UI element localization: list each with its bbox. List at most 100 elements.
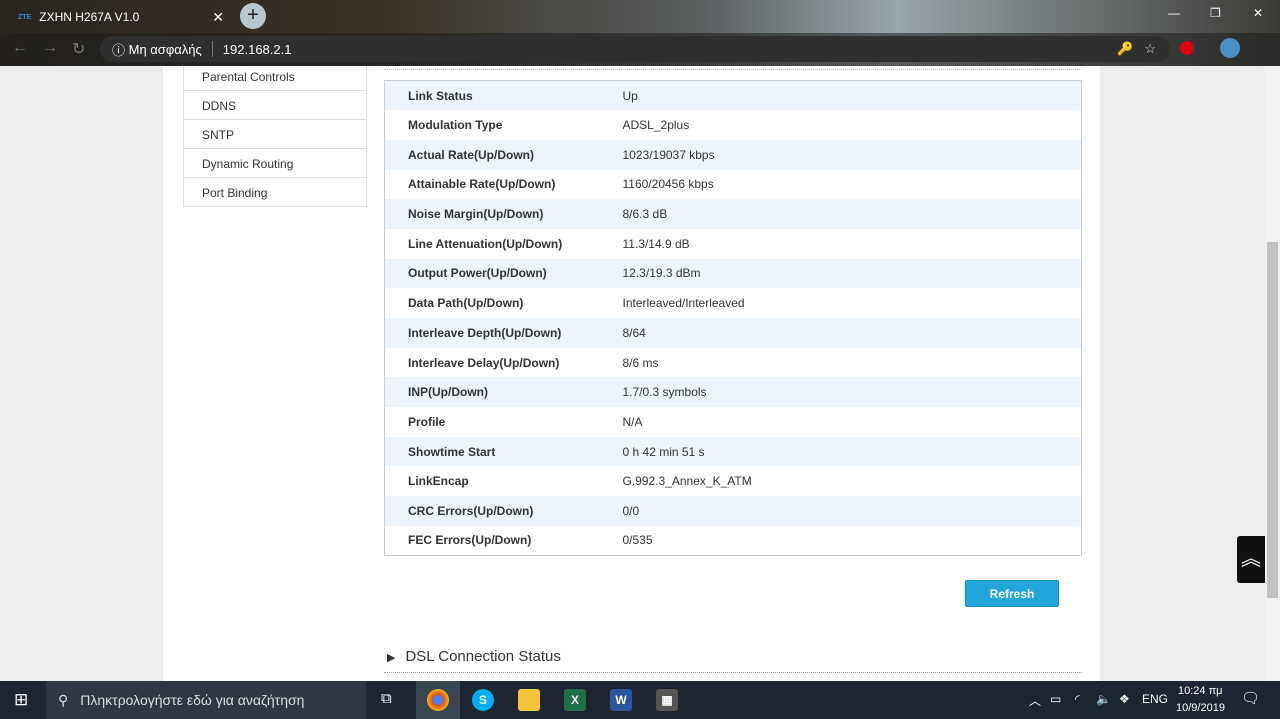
sidebar-item-parental-controls[interactable]: Parental Controls bbox=[184, 66, 366, 90]
row-label: Line Attenuation(Up/Down) bbox=[408, 236, 563, 251]
browser-chrome: ZTE ZXHN H267A V1.0 ✕ + — ❐ ✕ ← → ↻ ⓘ Μη… bbox=[0, 0, 1280, 66]
clock-date[interactable]: 10/9/2019 bbox=[1176, 702, 1225, 714]
reload-icon[interactable]: ↻ bbox=[72, 39, 85, 59]
wifi-icon[interactable]: ◜ bbox=[1075, 692, 1080, 706]
info-icon[interactable]: ⓘ bbox=[112, 40, 129, 59]
row-label: Interleave Depth(Up/Down) bbox=[408, 325, 562, 340]
chrome-icon bbox=[427, 689, 449, 711]
row-value: 0 h 42 min 51 s bbox=[622, 444, 705, 459]
row-value: 1023/19037 kbps bbox=[622, 147, 715, 162]
table-row: Interleave Depth(Up/Down) 8/64 bbox=[384, 318, 1082, 348]
row-value: 1.7/0.3 symbols bbox=[622, 385, 707, 400]
close-window-button[interactable]: ✕ bbox=[1253, 6, 1263, 20]
row-label: FEC Errors(Up/Down) bbox=[408, 533, 532, 548]
table-row: Output Power(Up/Down) 12.3/19.3 dBm bbox=[384, 258, 1082, 289]
row-value: G.992.3_Annex_K_ATM bbox=[622, 474, 752, 489]
row-label: Profile bbox=[408, 414, 446, 429]
row-value: 1160/20456 kbps bbox=[622, 177, 714, 192]
row-value: 8/6.3 dB bbox=[622, 207, 668, 222]
row-value: 12.3/19.3 dBm bbox=[622, 266, 701, 281]
url-text[interactable]: 192.168.2.1 bbox=[223, 42, 292, 57]
scrollbar[interactable] bbox=[1265, 66, 1280, 681]
dsl-connection-status-section[interactable]: ▶ DSL Connection Status bbox=[387, 648, 561, 665]
file-explorer-icon[interactable] bbox=[518, 689, 540, 711]
battery-icon[interactable]: ▭ bbox=[1050, 692, 1061, 706]
opera-extension-icon[interactable] bbox=[1180, 41, 1194, 55]
table-row: Noise Margin(Up/Down) 8/6.3 dB bbox=[384, 199, 1082, 229]
tab-title: ZXHN H267A V1.0 bbox=[39, 10, 140, 24]
section-title: DSL Connection Status bbox=[405, 648, 561, 665]
divider bbox=[384, 69, 1082, 70]
close-tab-icon[interactable]: ✕ bbox=[212, 9, 224, 26]
skype-icon[interactable]: S bbox=[472, 689, 494, 711]
security-label: Μη ασφαλής bbox=[128, 41, 202, 57]
row-value: Interleaved/Interleaved bbox=[622, 296, 745, 311]
table-row: Showtime Start 0 h 42 min 51 s bbox=[384, 436, 1082, 467]
browser-tab[interactable]: ZTE ZXHN H267A V1.0 ✕ bbox=[8, 2, 238, 32]
tray-chevron-icon[interactable]: ︿ bbox=[1029, 692, 1041, 709]
row-label: INP(Up/Down) bbox=[408, 385, 488, 400]
word-icon[interactable]: W bbox=[610, 689, 632, 711]
row-label: Noise Margin(Up/Down) bbox=[408, 207, 544, 222]
notifications-icon[interactable]: 🗨 bbox=[1241, 689, 1260, 707]
sidebar-item-dynamic-routing[interactable]: Dynamic Routing bbox=[184, 148, 366, 177]
taskbar-search[interactable]: ⚲ Πληκτρολογήστε εδώ για αναζήτηση bbox=[46, 681, 366, 719]
row-value: Up bbox=[622, 88, 638, 103]
search-placeholder: Πληκτρολογήστε εδώ για αναζήτηση bbox=[80, 692, 305, 708]
taskbar: ⊞ ⚲ Πληκτρολογήστε εδώ για αναζήτηση ⧉ S … bbox=[0, 681, 1280, 719]
refresh-button[interactable]: Refresh bbox=[965, 580, 1059, 607]
search-icon: ⚲ bbox=[58, 691, 69, 708]
row-label: Showtime Start bbox=[408, 444, 496, 459]
row-label: CRC Errors(Up/Down) bbox=[408, 503, 534, 518]
sidebar-menu: Parental Controls DDNS SNTP Dynamic Rout… bbox=[183, 66, 367, 207]
restore-button[interactable]: ❐ bbox=[1210, 6, 1221, 20]
table-row: FEC Errors(Up/Down) 0/535 bbox=[385, 526, 1082, 556]
address-bar[interactable]: ⓘ Μη ασφαλής 192.168.2.1 🔑 ☆ bbox=[100, 36, 1170, 62]
profile-avatar[interactable] bbox=[1220, 38, 1240, 58]
row-label: Interleave Delay(Up/Down) bbox=[408, 355, 560, 370]
minimize-button[interactable]: — bbox=[1168, 6, 1180, 20]
page: Parental Controls DDNS SNTP Dynamic Rout… bbox=[0, 66, 1265, 681]
task-view-icon[interactable]: ⧉ bbox=[381, 690, 392, 707]
row-label: Attainable Rate(Up/Down) bbox=[408, 177, 556, 192]
sidebar-item-sntp[interactable]: SNTP bbox=[184, 119, 366, 148]
row-label: Modulation Type bbox=[408, 118, 503, 133]
divider bbox=[384, 672, 1082, 673]
new-tab-button[interactable]: + bbox=[240, 3, 266, 29]
table-row: Profile N/A bbox=[385, 407, 1082, 437]
content: Parental Controls DDNS SNTP Dynamic Rout… bbox=[163, 66, 1100, 681]
windows-start-icon[interactable]: ⊞ bbox=[14, 690, 28, 710]
table-row: Interleave Delay(Up/Down) 8/6 ms bbox=[385, 348, 1082, 378]
row-label: Actual Rate(Up/Down) bbox=[408, 147, 534, 162]
row-value: 8/6 ms bbox=[622, 355, 659, 370]
row-value: 11.3/14.9 dB bbox=[622, 236, 690, 251]
sidebar-item-ddns[interactable]: DDNS bbox=[184, 90, 366, 119]
sidebar-item-port-binding[interactable]: Port Binding bbox=[184, 177, 366, 206]
star-icon[interactable]: 🔑 ☆ bbox=[1117, 41, 1156, 57]
zte-logo-icon: ZTE bbox=[18, 13, 32, 21]
row-label: Data Path(Up/Down) bbox=[408, 296, 524, 311]
volume-icon[interactable]: 🔈 bbox=[1096, 692, 1111, 706]
table-row: LinkEncap G.992.3_Annex_K_ATM bbox=[385, 466, 1082, 496]
row-value: 0/0 bbox=[622, 503, 640, 518]
dsl-status-table: Link Status Up Modulation Type ADSL_2plus Ac… bbox=[384, 80, 1082, 556]
dropbox-icon[interactable]: ❖ bbox=[1119, 692, 1130, 706]
table-row: Line Attenuation(Up/Down) 11.3/14.9 dB bbox=[385, 229, 1082, 259]
scroll-to-top-button[interactable]: ︽ bbox=[1237, 536, 1265, 583]
back-icon[interactable]: ← bbox=[12, 39, 28, 57]
language-indicator[interactable]: ENG bbox=[1142, 692, 1168, 706]
table-row: Actual Rate(Up/Down) 1023/19037 kbps bbox=[384, 139, 1082, 170]
table-row: Link Status Up bbox=[384, 80, 1082, 111]
row-label: Link Status bbox=[408, 88, 473, 103]
table-row: INP(Up/Down) 1.7/0.3 symbols bbox=[384, 377, 1082, 408]
chrome-taskbar-button[interactable] bbox=[416, 681, 460, 719]
expand-triangle-icon: ▶ bbox=[387, 652, 396, 664]
clock-time[interactable]: 10:24 πμ bbox=[1178, 685, 1223, 697]
calculator-icon[interactable]: ▦ bbox=[656, 689, 678, 711]
forward-icon[interactable]: → bbox=[42, 39, 58, 57]
row-value: N/A bbox=[622, 414, 643, 429]
excel-icon[interactable]: X bbox=[564, 689, 586, 711]
scrollbar-thumb[interactable] bbox=[1267, 242, 1278, 598]
row-value: 0/535 bbox=[622, 533, 653, 548]
table-row: Data Path(Up/Down) Interleaved/Interleave… bbox=[385, 288, 1082, 318]
